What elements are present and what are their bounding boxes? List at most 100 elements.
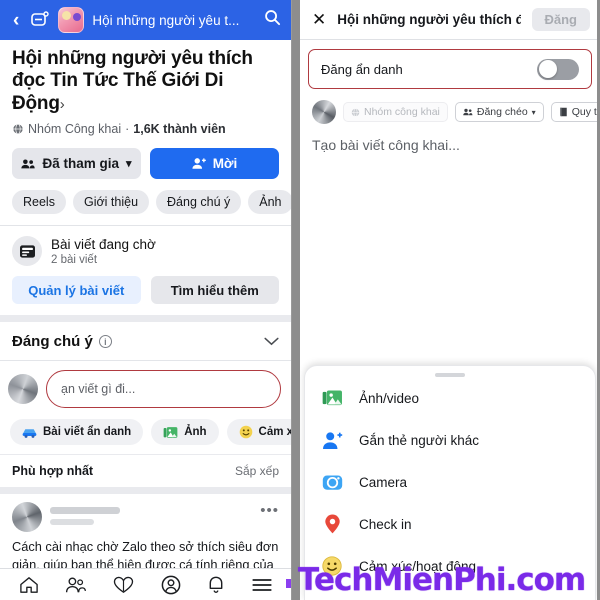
create-post-textarea[interactable]: Tạo bài viết công khai...	[300, 124, 600, 153]
audience-chip: Nhóm công khai	[343, 102, 448, 122]
sheet-item-label: Gắn thẻ người khác	[359, 432, 479, 448]
meta-separator: ·	[125, 122, 130, 137]
group-avatar[interactable]	[58, 7, 85, 33]
create-post-title: Hội những người yêu thích đọc Ti...	[337, 12, 521, 27]
crosspost-chip-label: Đăng chéo	[476, 106, 528, 118]
audience-chip-label: Nhóm công khai	[364, 106, 440, 118]
composer-input[interactable]: ạn viết gì đi...	[46, 370, 281, 409]
sheet-item-tag-people[interactable]: Gắn thẻ người khác	[305, 419, 595, 461]
pending-post-icon	[12, 236, 42, 267]
composer-author-row: Nhóm công khai Đăng chéo ▾ Quy tắc ▾	[300, 89, 600, 124]
sheet-item-check-in[interactable]: Check in	[305, 503, 595, 545]
menu-icon[interactable]	[251, 577, 273, 593]
rules-chip[interactable]: Quy tắc ▾	[550, 102, 600, 122]
tag-person-icon	[321, 429, 343, 451]
group-privacy: Nhóm Công khai	[28, 122, 122, 137]
pending-posts-buttons: Quản lý bài viết Tìm hiểu thêm	[12, 276, 279, 305]
learn-more-button[interactable]: Tìm hiểu thêm	[150, 276, 279, 305]
tab-anh[interactable]: Ảnh	[248, 190, 291, 215]
invite-button[interactable]: Mời	[150, 148, 279, 180]
emoji-icon	[239, 425, 252, 439]
pending-posts-title: Bài viết đang chờ	[51, 236, 156, 252]
group-header-block: Hội những người yêu thích đọc Tin Tức Th…	[0, 40, 291, 138]
search-icon[interactable]	[264, 9, 281, 31]
photo-label: Ảnh	[184, 426, 207, 439]
more-options-icon[interactable]: •••	[260, 502, 279, 519]
photo-button[interactable]: Ảnh	[151, 419, 219, 446]
anonymous-icon	[22, 428, 37, 438]
composer-author-avatar[interactable]	[312, 100, 336, 124]
sheet-item-label: Check in	[359, 516, 412, 532]
toggle-switch[interactable]	[537, 58, 579, 80]
create-post-header: ✕ Hội những người yêu thích đọc Ti... Đă…	[300, 0, 600, 40]
notable-title: Đáng chú ý	[12, 333, 93, 351]
feed-sort-row: Phù hợp nhất Sắp xếp	[0, 454, 291, 487]
site-watermark: TechMienPhi.com	[298, 562, 586, 598]
watch-heart-icon[interactable]	[113, 576, 134, 594]
tab-reels[interactable]: Reels	[12, 190, 66, 215]
group-action-buttons: Đã tham gia ▾ Mời	[0, 138, 291, 180]
pending-posts-count: 2 bài viết	[51, 253, 98, 266]
people-icon	[21, 159, 36, 169]
feeling-label: Cảm xúc	[258, 426, 291, 439]
tab-dang-chu-y[interactable]: Đáng chú ý	[156, 190, 242, 215]
notable-section-header: Đáng chú ý i	[0, 322, 291, 362]
info-icon[interactable]: i	[98, 335, 112, 349]
profile-icon[interactable]	[161, 575, 181, 595]
create-post-panel: ✕ Hội những người yêu thích đọc Ti... Đă…	[300, 0, 600, 600]
manage-posts-button[interactable]: Quản lý bài viết	[12, 276, 141, 305]
messenger-icon[interactable]	[30, 10, 50, 30]
user-avatar[interactable]	[8, 374, 38, 405]
anonymous-post-label: Bài viết ẩn danh	[43, 426, 132, 439]
joined-label: Đã tham gia	[42, 156, 119, 172]
panel-gutter	[292, 0, 300, 600]
bottom-navigation	[0, 568, 291, 600]
globe-icon	[12, 123, 24, 135]
group-name-text: Hội những người yêu thích đọc Tin Tức Th…	[12, 48, 253, 114]
pending-posts-card: Bài viết đang chờ 2 bài viết Quản lý bài…	[0, 226, 291, 315]
app-bar-title: Hội những người yêu t...	[92, 12, 240, 28]
chevron-left-icon[interactable]: ‹	[10, 9, 22, 32]
tab-gioi-thieu[interactable]: Giới thiệu	[72, 190, 150, 215]
sheet-item-label: Camera	[359, 474, 408, 490]
sort-button[interactable]: Sắp xếp	[235, 464, 279, 478]
chevron-down-icon: ▾	[126, 158, 132, 171]
anonymous-post-button[interactable]: Bài viết ẩn danh	[10, 419, 144, 446]
group-name-chevron[interactable]: ›	[60, 96, 65, 113]
home-icon[interactable]	[19, 576, 39, 594]
sheet-item-camera[interactable]: Camera	[305, 461, 595, 503]
group-meta: Nhóm Công khai · 1,6K thành viên	[12, 122, 279, 136]
status-badge	[286, 579, 291, 588]
close-icon[interactable]: ✕	[312, 11, 326, 28]
chevron-down-icon: ▾	[531, 107, 536, 117]
sort-current[interactable]: Phù hợp nhất	[12, 464, 93, 478]
chevron-down-icon[interactable]	[264, 334, 279, 349]
post-header: •••	[12, 502, 279, 533]
post-author-name	[50, 507, 120, 515]
section-divider	[0, 315, 291, 323]
photo-icon	[163, 426, 178, 438]
group-tab-pills: Reels Giới thiệu Đáng chú ý Ảnh Sự kiệ	[0, 179, 291, 227]
rules-chip-label: Quy tắc	[571, 106, 600, 118]
composer-placeholder: ạn viết gì đi...	[61, 382, 136, 397]
globe-icon	[351, 107, 360, 117]
post-author-avatar[interactable]	[12, 502, 42, 533]
post-timestamp	[50, 519, 94, 526]
joined-button[interactable]: Đã tham gia ▾	[12, 148, 141, 180]
friends-icon[interactable]	[65, 576, 87, 594]
page-title[interactable]: Hội những người yêu thích đọc Tin Tức Th…	[12, 48, 279, 115]
crosspost-chip[interactable]: Đăng chéo ▾	[454, 102, 544, 122]
people-icon	[463, 108, 473, 116]
notifications-icon[interactable]	[207, 575, 225, 594]
feeling-button[interactable]: Cảm xúc	[226, 419, 291, 446]
person-add-icon	[192, 158, 206, 169]
screenshot-root: ‹ Hội những người yêu t... Hội những ngư…	[0, 0, 600, 600]
anonymous-post-toggle-row[interactable]: Đăng ẩn danh	[308, 49, 592, 89]
group-members: 1,6K thành viên	[133, 122, 226, 137]
group-page-panel: ‹ Hội những người yêu t... Hội những ngư…	[0, 0, 292, 600]
sheet-item-photo-video[interactable]: Ảnh/video	[305, 377, 595, 419]
app-bar: ‹ Hội những người yêu t...	[0, 0, 291, 40]
anonymous-post-label: Đăng ẩn danh	[321, 61, 403, 77]
submit-post-button[interactable]: Đăng	[531, 8, 590, 31]
toggle-knob	[538, 60, 557, 78]
